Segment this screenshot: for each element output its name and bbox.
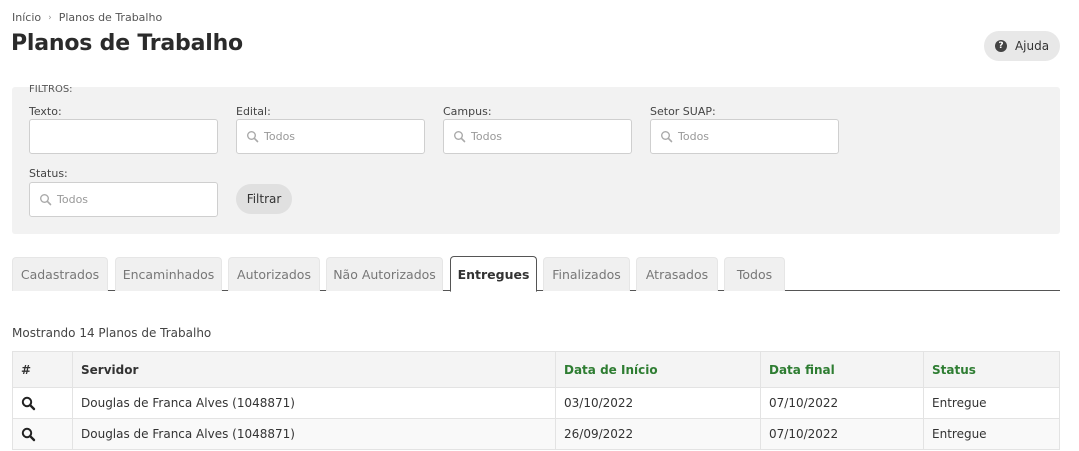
- data-inicio-cell: 03/10/2022: [555, 387, 761, 419]
- tab-finalizados[interactable]: Finalizados: [543, 257, 630, 291]
- table-row: Douglas de Franca Alves (1048871) 26/09/…: [12, 418, 1060, 450]
- filter-button[interactable]: Filtrar: [236, 184, 292, 214]
- tab-cadastrados[interactable]: Cadastrados: [12, 257, 108, 291]
- tab-atrasados[interactable]: Atrasados: [636, 257, 718, 291]
- col-data-final[interactable]: Data final: [760, 351, 924, 388]
- edital-select[interactable]: Todos: [236, 119, 425, 154]
- status-cell: Entregue: [923, 418, 1060, 450]
- campus-label: Campus:: [443, 105, 492, 118]
- breadcrumb-current: Planos de Trabalho: [58, 11, 163, 24]
- search-icon: [661, 130, 673, 142]
- status-cell: Entregue: [923, 387, 1060, 419]
- search-icon: [454, 130, 466, 142]
- col-data-inicio[interactable]: Data de Início: [555, 351, 761, 388]
- col-index: #: [12, 351, 73, 388]
- tab-nao-autorizados[interactable]: Não Autorizados: [326, 257, 443, 291]
- tab-todos[interactable]: Todos: [724, 257, 785, 291]
- tab-entregues[interactable]: Entregues: [450, 256, 537, 292]
- help-button-label: Ajuda: [1014, 39, 1050, 53]
- filters-panel: FILTROS: Texto: Edital: Todos Campus: To…: [12, 84, 1060, 234]
- edital-placeholder: Todos: [264, 130, 296, 143]
- search-icon[interactable]: [21, 396, 36, 411]
- edital-label: Edital:: [236, 105, 271, 118]
- status-label: Status:: [29, 167, 68, 180]
- help-button[interactable]: ? Ajuda: [984, 31, 1060, 61]
- servidor-cell: Douglas de Franca Alves (1048871): [72, 418, 556, 450]
- table-row: Douglas de Franca Alves (1048871) 03/10/…: [12, 387, 1060, 419]
- data-inicio-cell: 26/09/2022: [555, 418, 761, 450]
- results-table: # Servidor Data de Início Data final Sta…: [12, 351, 1060, 450]
- question-icon: ?: [994, 40, 1007, 52]
- search-icon[interactable]: [21, 427, 36, 442]
- tab-bar: Cadastrados Encaminhados Autorizados Não…: [12, 256, 1060, 292]
- breadcrumb-home-link[interactable]: Início: [12, 11, 41, 24]
- status-select[interactable]: Todos: [29, 182, 218, 217]
- col-status[interactable]: Status: [923, 351, 1060, 388]
- tab-encaminhados[interactable]: Encaminhados: [115, 257, 222, 291]
- setor-placeholder: Todos: [678, 130, 710, 143]
- results-count: Mostrando 14 Planos de Trabalho: [12, 326, 212, 340]
- setor-label: Setor SUAP:: [650, 105, 716, 118]
- campus-select[interactable]: Todos: [443, 119, 632, 154]
- search-icon: [247, 130, 259, 142]
- setor-select[interactable]: Todos: [650, 119, 839, 154]
- table-header-row: # Servidor Data de Início Data final Sta…: [12, 351, 1060, 388]
- data-final-cell: 07/10/2022: [760, 387, 924, 419]
- view-cell[interactable]: [12, 387, 73, 419]
- tab-autorizados[interactable]: Autorizados: [228, 257, 320, 291]
- campus-placeholder: Todos: [471, 130, 503, 143]
- view-cell[interactable]: [12, 418, 73, 450]
- texto-label: Texto:: [29, 105, 62, 118]
- filters-title: FILTROS:: [29, 84, 73, 95]
- chevron-right-icon: ›: [48, 12, 52, 23]
- data-final-cell: 07/10/2022: [760, 418, 924, 450]
- status-placeholder: Todos: [57, 193, 89, 206]
- texto-input[interactable]: [29, 119, 218, 154]
- breadcrumb: Início › Planos de Trabalho: [12, 11, 162, 24]
- page-title: Planos de Trabalho: [11, 31, 243, 56]
- search-icon: [40, 193, 52, 205]
- col-servidor: Servidor: [72, 351, 556, 388]
- servidor-cell: Douglas de Franca Alves (1048871): [72, 387, 556, 419]
